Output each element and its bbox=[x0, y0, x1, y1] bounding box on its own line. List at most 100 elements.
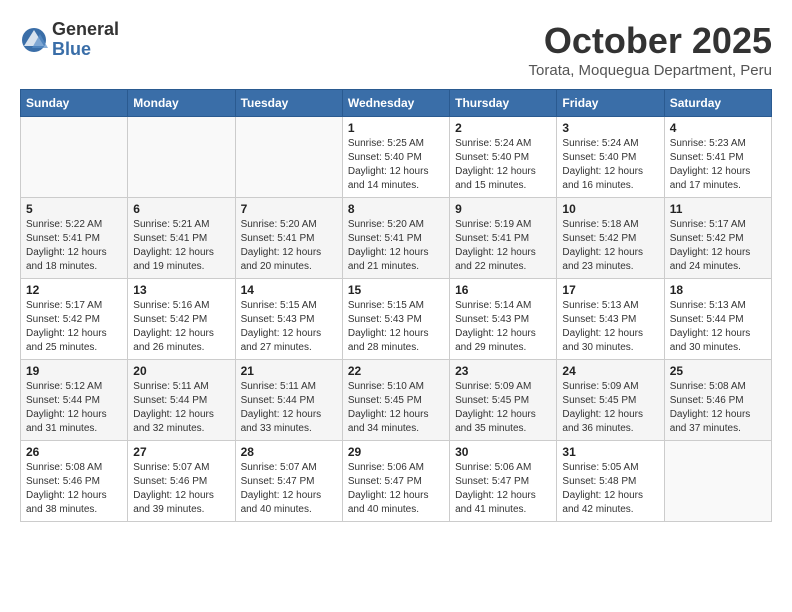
calendar-cell: 28 Sunrise: 5:07 AM Sunset: 5:47 PM Dayli… bbox=[235, 441, 342, 522]
calendar-cell: 27 Sunrise: 5:07 AM Sunset: 5:46 PM Dayli… bbox=[128, 441, 235, 522]
day-number: 13 bbox=[133, 283, 229, 297]
calendar-cell: 19 Sunrise: 5:12 AM Sunset: 5:44 PM Dayli… bbox=[21, 360, 128, 441]
day-info: Sunrise: 5:14 AM Sunset: 5:43 PM Dayligh… bbox=[455, 299, 551, 355]
day-number: 5 bbox=[26, 202, 122, 216]
day-number: 26 bbox=[26, 445, 122, 459]
day-number: 18 bbox=[670, 283, 766, 297]
calendar-cell: 1Sunrise: 5:25 AM Sunset: 5:40 PM Daylig… bbox=[342, 117, 449, 198]
calendar-week-row: 19 Sunrise: 5:12 AM Sunset: 5:44 PM Dayli… bbox=[21, 360, 772, 441]
day-number: 2 bbox=[455, 121, 551, 135]
day-number: 21 bbox=[241, 364, 337, 378]
calendar-cell: 25 Sunrise: 5:08 AM Sunset: 5:46 PM Dayli… bbox=[664, 360, 771, 441]
calendar-cell bbox=[21, 117, 128, 198]
day-info: Sunrise: 5:07 AM Sunset: 5:46 PM Dayligh… bbox=[133, 461, 229, 517]
calendar-header-row: SundayMondayTuesdayWednesdayThursdayFrid… bbox=[21, 90, 772, 117]
calendar-cell: 10Sunrise: 5:18 AM Sunset: 5:42 PM Dayli… bbox=[557, 198, 664, 279]
day-number: 24 bbox=[562, 364, 658, 378]
calendar-cell: 29Sunrise: 5:06 AM Sunset: 5:47 PM Dayli… bbox=[342, 441, 449, 522]
day-number: 16 bbox=[455, 283, 551, 297]
day-info: Sunrise: 5:23 AM Sunset: 5:41 PM Dayligh… bbox=[670, 137, 766, 193]
column-header-monday: Monday bbox=[128, 90, 235, 117]
day-info: Sunrise: 5:07 AM Sunset: 5:47 PM Dayligh… bbox=[241, 461, 337, 517]
column-header-tuesday: Tuesday bbox=[235, 90, 342, 117]
calendar-cell bbox=[128, 117, 235, 198]
day-info: Sunrise: 5:11 AM Sunset: 5:44 PM Dayligh… bbox=[241, 380, 337, 436]
calendar-cell: 5Sunrise: 5:22 AM Sunset: 5:41 PM Daylig… bbox=[21, 198, 128, 279]
day-info: Sunrise: 5:09 AM Sunset: 5:45 PM Dayligh… bbox=[455, 380, 551, 436]
day-number: 7 bbox=[241, 202, 337, 216]
calendar-table: SundayMondayTuesdayWednesdayThursdayFrid… bbox=[20, 89, 772, 522]
day-info: Sunrise: 5:24 AM Sunset: 5:40 PM Dayligh… bbox=[562, 137, 658, 193]
day-number: 12 bbox=[26, 283, 122, 297]
day-info: Sunrise: 5:13 AM Sunset: 5:43 PM Dayligh… bbox=[562, 299, 658, 355]
column-header-thursday: Thursday bbox=[450, 90, 557, 117]
day-info: Sunrise: 5:11 AM Sunset: 5:44 PM Dayligh… bbox=[133, 380, 229, 436]
day-info: Sunrise: 5:17 AM Sunset: 5:42 PM Dayligh… bbox=[670, 218, 766, 274]
day-number: 3 bbox=[562, 121, 658, 135]
day-number: 28 bbox=[241, 445, 337, 459]
day-info: Sunrise: 5:15 AM Sunset: 5:43 PM Dayligh… bbox=[348, 299, 444, 355]
day-info: Sunrise: 5:17 AM Sunset: 5:42 PM Dayligh… bbox=[26, 299, 122, 355]
calendar-cell: 8Sunrise: 5:20 AM Sunset: 5:41 PM Daylig… bbox=[342, 198, 449, 279]
logo: General Blue bbox=[20, 20, 119, 60]
column-header-friday: Friday bbox=[557, 90, 664, 117]
day-number: 25 bbox=[670, 364, 766, 378]
day-info: Sunrise: 5:15 AM Sunset: 5:43 PM Dayligh… bbox=[241, 299, 337, 355]
logo-text: General Blue bbox=[52, 20, 119, 60]
day-number: 22 bbox=[348, 364, 444, 378]
title-section: October 2025 Torata, Moquegua Department… bbox=[529, 20, 772, 79]
calendar-cell: 31Sunrise: 5:05 AM Sunset: 5:48 PM Dayli… bbox=[557, 441, 664, 522]
calendar-cell: 7 Sunrise: 5:20 AM Sunset: 5:41 PM Daylig… bbox=[235, 198, 342, 279]
column-header-sunday: Sunday bbox=[21, 90, 128, 117]
calendar-cell: 4 Sunrise: 5:23 AM Sunset: 5:41 PM Daylig… bbox=[664, 117, 771, 198]
calendar-cell: 6Sunrise: 5:21 AM Sunset: 5:41 PM Daylig… bbox=[128, 198, 235, 279]
column-header-wednesday: Wednesday bbox=[342, 90, 449, 117]
day-info: Sunrise: 5:16 AM Sunset: 5:42 PM Dayligh… bbox=[133, 299, 229, 355]
day-info: Sunrise: 5:19 AM Sunset: 5:41 PM Dayligh… bbox=[455, 218, 551, 274]
calendar-cell: 17 Sunrise: 5:13 AM Sunset: 5:43 PM Dayli… bbox=[557, 279, 664, 360]
calendar-cell: 18 Sunrise: 5:13 AM Sunset: 5:44 PM Dayli… bbox=[664, 279, 771, 360]
location-title: Torata, Moquegua Department, Peru bbox=[529, 62, 772, 79]
calendar-cell bbox=[235, 117, 342, 198]
day-info: Sunrise: 5:06 AM Sunset: 5:47 PM Dayligh… bbox=[348, 461, 444, 517]
day-number: 4 bbox=[670, 121, 766, 135]
calendar-cell: 20 Sunrise: 5:11 AM Sunset: 5:44 PM Dayli… bbox=[128, 360, 235, 441]
day-info: Sunrise: 5:09 AM Sunset: 5:45 PM Dayligh… bbox=[562, 380, 658, 436]
day-number: 9 bbox=[455, 202, 551, 216]
calendar-cell: 26 Sunrise: 5:08 AM Sunset: 5:46 PM Dayli… bbox=[21, 441, 128, 522]
calendar-cell: 22 Sunrise: 5:10 AM Sunset: 5:45 PM Dayli… bbox=[342, 360, 449, 441]
day-number: 11 bbox=[670, 202, 766, 216]
calendar-cell: 15Sunrise: 5:15 AM Sunset: 5:43 PM Dayli… bbox=[342, 279, 449, 360]
calendar-cell: 30 Sunrise: 5:06 AM Sunset: 5:47 PM Dayli… bbox=[450, 441, 557, 522]
day-number: 27 bbox=[133, 445, 229, 459]
day-info: Sunrise: 5:08 AM Sunset: 5:46 PM Dayligh… bbox=[670, 380, 766, 436]
day-info: Sunrise: 5:21 AM Sunset: 5:41 PM Dayligh… bbox=[133, 218, 229, 274]
month-title: October 2025 bbox=[529, 20, 772, 62]
calendar-cell: 16 Sunrise: 5:14 AM Sunset: 5:43 PM Dayli… bbox=[450, 279, 557, 360]
calendar-cell: 2 Sunrise: 5:24 AM Sunset: 5:40 PM Daylig… bbox=[450, 117, 557, 198]
day-info: Sunrise: 5:06 AM Sunset: 5:47 PM Dayligh… bbox=[455, 461, 551, 517]
day-number: 10 bbox=[562, 202, 658, 216]
day-info: Sunrise: 5:20 AM Sunset: 5:41 PM Dayligh… bbox=[241, 218, 337, 274]
calendar-week-row: 26 Sunrise: 5:08 AM Sunset: 5:46 PM Dayli… bbox=[21, 441, 772, 522]
day-number: 19 bbox=[26, 364, 122, 378]
day-number: 17 bbox=[562, 283, 658, 297]
day-number: 20 bbox=[133, 364, 229, 378]
day-number: 30 bbox=[455, 445, 551, 459]
day-info: Sunrise: 5:12 AM Sunset: 5:44 PM Dayligh… bbox=[26, 380, 122, 436]
logo-icon bbox=[20, 26, 48, 54]
logo-blue-text: Blue bbox=[52, 40, 119, 60]
day-number: 14 bbox=[241, 283, 337, 297]
calendar-cell: 11 Sunrise: 5:17 AM Sunset: 5:42 PM Dayli… bbox=[664, 198, 771, 279]
day-info: Sunrise: 5:24 AM Sunset: 5:40 PM Dayligh… bbox=[455, 137, 551, 193]
column-header-saturday: Saturday bbox=[664, 90, 771, 117]
calendar-cell: 9 Sunrise: 5:19 AM Sunset: 5:41 PM Daylig… bbox=[450, 198, 557, 279]
day-number: 23 bbox=[455, 364, 551, 378]
day-info: Sunrise: 5:13 AM Sunset: 5:44 PM Dayligh… bbox=[670, 299, 766, 355]
calendar-cell: 21 Sunrise: 5:11 AM Sunset: 5:44 PM Dayli… bbox=[235, 360, 342, 441]
day-info: Sunrise: 5:10 AM Sunset: 5:45 PM Dayligh… bbox=[348, 380, 444, 436]
day-info: Sunrise: 5:08 AM Sunset: 5:46 PM Dayligh… bbox=[26, 461, 122, 517]
calendar-week-row: 1Sunrise: 5:25 AM Sunset: 5:40 PM Daylig… bbox=[21, 117, 772, 198]
day-info: Sunrise: 5:05 AM Sunset: 5:48 PM Dayligh… bbox=[562, 461, 658, 517]
day-number: 8 bbox=[348, 202, 444, 216]
